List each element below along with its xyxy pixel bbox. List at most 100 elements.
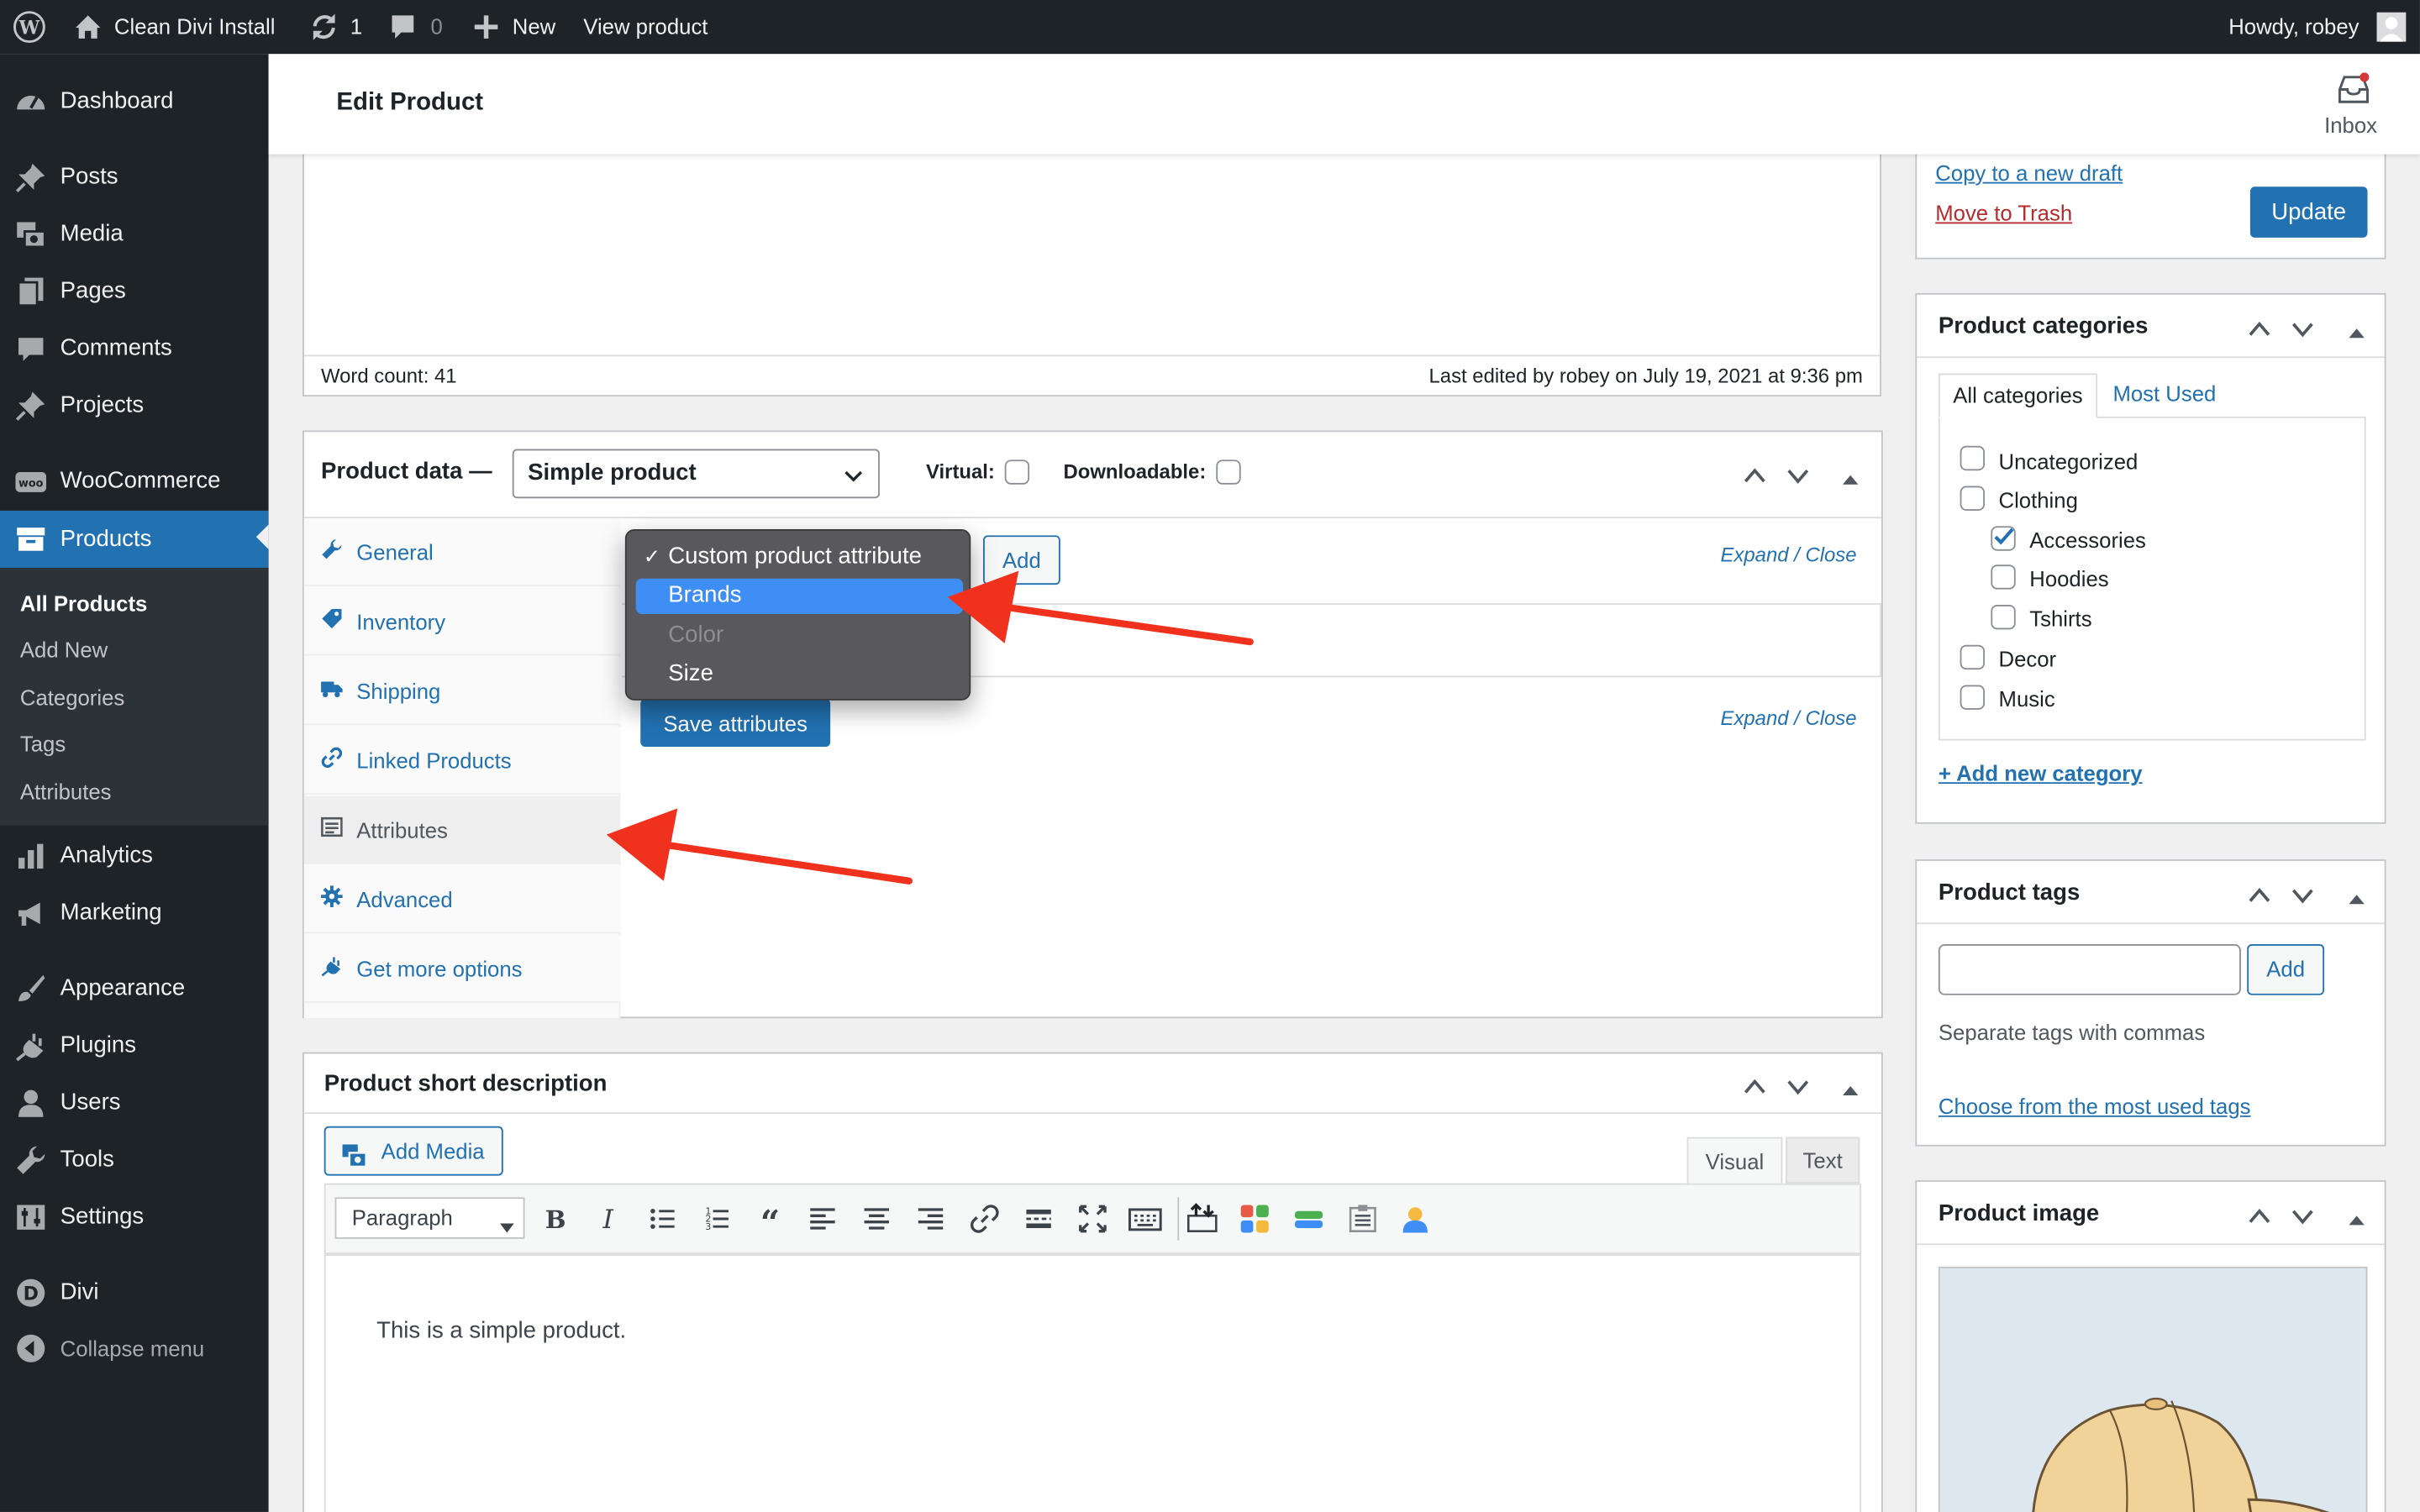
choose-tags-link[interactable]: Choose from the most used tags bbox=[1939, 1094, 2251, 1118]
move-up-icon[interactable] bbox=[1743, 465, 1767, 489]
sidebar-item-appearance[interactable]: Appearance bbox=[0, 963, 269, 1015]
sidebar-item-settings[interactable]: Settings bbox=[0, 1191, 269, 1243]
move-down-icon[interactable] bbox=[2291, 318, 2315, 342]
add-new-category-link[interactable]: + Add new category bbox=[1939, 760, 2143, 785]
sidebar-item-tools[interactable]: Tools bbox=[0, 1134, 269, 1186]
sidebar-item-dashboard[interactable]: Dashboard bbox=[0, 76, 269, 128]
move-down-icon[interactable] bbox=[2291, 884, 2315, 908]
submenu-attributes[interactable]: Attributes bbox=[20, 776, 112, 807]
tab-inventory[interactable]: Inventory bbox=[303, 587, 621, 656]
move-up-icon[interactable] bbox=[2247, 884, 2271, 908]
copy-draft-link[interactable]: Copy to a new draft bbox=[1935, 160, 2123, 185]
sidebar-item-marketing[interactable]: Marketing bbox=[0, 887, 269, 939]
link-icon[interactable] bbox=[968, 1202, 1002, 1236]
option-brands[interactable]: Brands bbox=[635, 578, 964, 615]
numbered-list-icon[interactable]: 123 bbox=[699, 1202, 733, 1236]
sidebar-item-users[interactable]: Users bbox=[0, 1077, 269, 1129]
inbox-icon[interactable] bbox=[2337, 72, 2370, 111]
submenu-all-products[interactable]: All Products bbox=[20, 588, 147, 619]
add-attribute-button[interactable]: Add bbox=[982, 535, 1060, 585]
tab-most-used[interactable]: Most Used bbox=[2112, 381, 2216, 406]
category-hoodies-checkbox[interactable] bbox=[1991, 564, 2016, 590]
save-attributes-button[interactable]: Save attributes bbox=[640, 699, 831, 747]
downloadable-checkbox[interactable] bbox=[1216, 459, 1241, 485]
expand-link[interactable]: Expand bbox=[1721, 706, 1789, 730]
read-more-icon[interactable] bbox=[1022, 1202, 1055, 1236]
sidebar-item-analytics[interactable]: Analytics bbox=[0, 830, 269, 882]
tab-general[interactable]: General bbox=[303, 518, 621, 586]
move-up-icon[interactable] bbox=[1743, 1075, 1767, 1100]
sidebar-item-projects[interactable]: Projects bbox=[0, 380, 269, 432]
product-type-select[interactable]: Simple product bbox=[512, 449, 880, 499]
plus-icon[interactable] bbox=[472, 0, 500, 54]
move-trash-link[interactable]: Move to Trash bbox=[1935, 201, 2072, 225]
submenu-tags[interactable]: Tags bbox=[20, 728, 66, 759]
move-down-icon[interactable] bbox=[2291, 1205, 2315, 1229]
submenu-categories[interactable]: Categories bbox=[20, 682, 124, 713]
shortcode-grid-icon[interactable] bbox=[1238, 1202, 1271, 1236]
italic-icon[interactable]: I bbox=[591, 1202, 624, 1236]
category-tshirts-checkbox[interactable] bbox=[1991, 604, 2016, 630]
bold-icon[interactable]: B bbox=[539, 1202, 572, 1236]
tab-attributes[interactable]: Attributes bbox=[303, 795, 621, 864]
add-tag-button[interactable]: Add bbox=[2247, 944, 2325, 995]
short-description-editor[interactable]: This is a simple product. bbox=[324, 1254, 1862, 1512]
tab-advanced[interactable]: Advanced bbox=[303, 865, 621, 934]
updates-icon[interactable] bbox=[308, 0, 339, 54]
align-center-icon[interactable] bbox=[860, 1202, 893, 1236]
site-name-link[interactable]: Clean Divi Install bbox=[114, 0, 276, 54]
box-shortcode-icon[interactable] bbox=[1346, 1202, 1380, 1236]
comments-icon[interactable] bbox=[389, 0, 417, 54]
toolbar-toggle-icon[interactable] bbox=[1128, 1202, 1162, 1236]
wordpress-logo-icon[interactable]: W bbox=[13, 0, 46, 54]
collapse-menu-button[interactable]: Collapse menu bbox=[0, 1322, 269, 1374]
howdy-user[interactable]: Howdy, robey bbox=[2228, 0, 2359, 54]
tab-text[interactable]: Text bbox=[1786, 1137, 1860, 1184]
virtual-checkbox[interactable] bbox=[1004, 459, 1030, 485]
updates-count[interactable]: 1 bbox=[350, 0, 362, 54]
move-up-icon[interactable] bbox=[2247, 318, 2271, 342]
new-link[interactable]: New bbox=[513, 0, 555, 54]
sidebar-item-divi[interactable]: D Divi bbox=[0, 1267, 269, 1319]
sidebar-item-woocommerce[interactable]: woo WooCommerce bbox=[0, 455, 269, 507]
fullscreen-icon[interactable] bbox=[1076, 1202, 1109, 1236]
home-icon[interactable] bbox=[72, 0, 103, 54]
collapse-toggle-icon[interactable] bbox=[1843, 466, 1859, 491]
author-shortcode-icon[interactable] bbox=[1398, 1202, 1432, 1236]
move-up-icon[interactable] bbox=[2247, 1205, 2271, 1229]
tag-input[interactable] bbox=[1938, 944, 2241, 995]
add-media-button[interactable]: Add Media bbox=[324, 1126, 503, 1176]
tab-visual[interactable]: Visual bbox=[1686, 1137, 1783, 1185]
inbox-label[interactable]: Inbox bbox=[2324, 113, 2377, 137]
tab-all-categories[interactable]: All categories bbox=[1938, 373, 2098, 418]
sidebar-item-comments[interactable]: Comments bbox=[0, 323, 269, 375]
avatar[interactable] bbox=[2376, 0, 2407, 54]
tab-linked-products[interactable]: Linked Products bbox=[303, 727, 621, 795]
expand-link[interactable]: Expand bbox=[1721, 543, 1789, 567]
collapse-toggle-icon[interactable] bbox=[2349, 1206, 2365, 1231]
format-select[interactable]: Paragraph bbox=[334, 1197, 525, 1239]
collapse-toggle-icon[interactable] bbox=[2349, 319, 2365, 344]
sidebar-item-plugins[interactable]: Plugins bbox=[0, 1020, 269, 1072]
close-link[interactable]: Close bbox=[1805, 706, 1856, 730]
category-accessories-checkbox[interactable] bbox=[1991, 526, 2016, 551]
align-left-icon[interactable] bbox=[806, 1202, 839, 1236]
tab-shipping[interactable]: Shipping bbox=[303, 657, 621, 726]
bullet-list-icon[interactable] bbox=[645, 1202, 679, 1236]
button-shortcode-icon[interactable] bbox=[1292, 1202, 1325, 1236]
divi-layout-icon[interactable] bbox=[1186, 1202, 1219, 1236]
collapse-toggle-icon[interactable] bbox=[2349, 885, 2365, 910]
category-music-checkbox[interactable] bbox=[1960, 685, 1985, 710]
tab-get-more-options[interactable]: Get more options bbox=[303, 935, 621, 1003]
sidebar-item-media[interactable]: Media bbox=[0, 208, 269, 260]
sidebar-item-pages[interactable]: Pages bbox=[0, 265, 269, 318]
move-down-icon[interactable] bbox=[1786, 465, 1810, 489]
close-link[interactable]: Close bbox=[1805, 543, 1856, 567]
align-right-icon[interactable] bbox=[913, 1202, 947, 1236]
product-image-thumbnail[interactable] bbox=[1938, 1266, 2368, 1512]
category-clothing-checkbox[interactable] bbox=[1960, 486, 1985, 511]
option-size[interactable]: Size bbox=[668, 660, 713, 686]
sidebar-item-products[interactable]: Products bbox=[0, 510, 269, 568]
submenu-add-new[interactable]: Add New bbox=[20, 634, 108, 665]
option-custom-attribute[interactable]: Custom product attribute bbox=[668, 543, 922, 570]
